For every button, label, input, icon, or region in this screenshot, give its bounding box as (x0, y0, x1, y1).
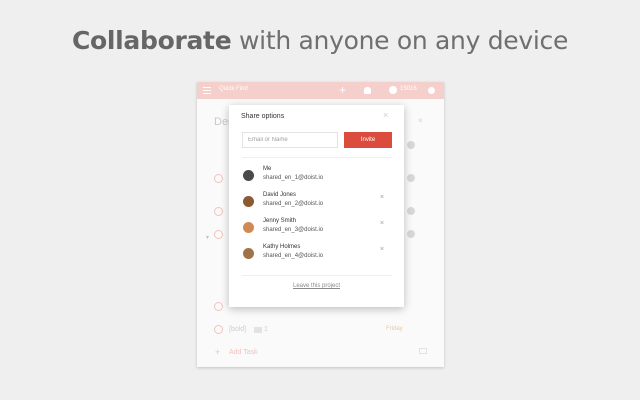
leave-project-link[interactable]: Leave this project (229, 283, 404, 289)
avatar (407, 230, 415, 238)
quick-find-input[interactable]: Quick Find (219, 86, 248, 92)
task-checkbox[interactable] (214, 207, 223, 216)
task-checkbox[interactable] (214, 325, 223, 334)
project-close-icon[interactable]: × (418, 116, 423, 125)
archive-icon[interactable] (419, 348, 427, 354)
add-task-icon[interactable]: + (215, 347, 220, 357)
avatar (407, 141, 415, 149)
task-label[interactable]: [bold] (229, 326, 246, 333)
remove-member-icon[interactable]: × (380, 220, 384, 227)
member-row: Me shared_en_1@doist.io (243, 166, 393, 186)
invite-button[interactable]: Invite (344, 132, 392, 148)
remove-member-icon[interactable]: × (380, 246, 384, 253)
karma-count: 15016 (400, 86, 417, 92)
email-input[interactable] (242, 132, 338, 148)
member-name: David Jones (263, 192, 297, 198)
chevron-down-icon[interactable]: ▾ (206, 234, 209, 241)
close-icon[interactable]: × (383, 110, 388, 120)
member-email: shared_en_2@doist.io (263, 201, 324, 207)
dialog-title: Share options (241, 113, 285, 120)
avatar (243, 222, 254, 233)
headline: Collaborate with anyone on any device (0, 26, 640, 55)
gear-icon[interactable] (428, 87, 435, 94)
menu-icon[interactable] (203, 87, 211, 94)
task-checkbox[interactable] (214, 302, 223, 311)
member-row: Kathy Holmes shared_en_4@doist.io × (243, 244, 393, 264)
share-dialog: Share options × Invite Me shared_en_1@do… (229, 105, 404, 307)
headline-rest: with anyone on any device (231, 26, 569, 55)
member-row: David Jones shared_en_2@doist.io × (243, 192, 393, 212)
member-email: shared_en_3@doist.io (263, 227, 324, 233)
headline-bold: Collaborate (71, 26, 232, 55)
avatar (407, 174, 415, 182)
due-date: Friday (386, 326, 403, 332)
avatar (243, 196, 254, 207)
member-name: Kathy Holmes (263, 244, 301, 250)
add-task-link[interactable]: Add Task (229, 349, 258, 356)
member-row: Jenny Smith shared_en_3@doist.io × (243, 218, 393, 238)
member-name: Jenny Smith (263, 218, 297, 224)
member-email: shared_en_1@doist.io (263, 175, 324, 181)
avatar (407, 207, 415, 215)
task-checkbox[interactable] (214, 230, 223, 239)
divider (242, 157, 392, 158)
task-checkbox[interactable] (214, 174, 223, 183)
remove-member-icon[interactable]: × (380, 194, 384, 201)
top-bar: Quick Find + 15016 (197, 82, 444, 99)
divider (242, 275, 392, 276)
comment-count: 1 (264, 326, 268, 333)
comment-icon[interactable] (254, 327, 262, 333)
bell-icon[interactable] (364, 87, 371, 94)
karma-icon[interactable] (389, 86, 397, 94)
avatar (243, 170, 254, 181)
avatar (243, 248, 254, 259)
member-email: shared_en_4@doist.io (263, 253, 324, 259)
add-icon[interactable]: + (339, 83, 346, 97)
member-name: Me (263, 166, 272, 172)
